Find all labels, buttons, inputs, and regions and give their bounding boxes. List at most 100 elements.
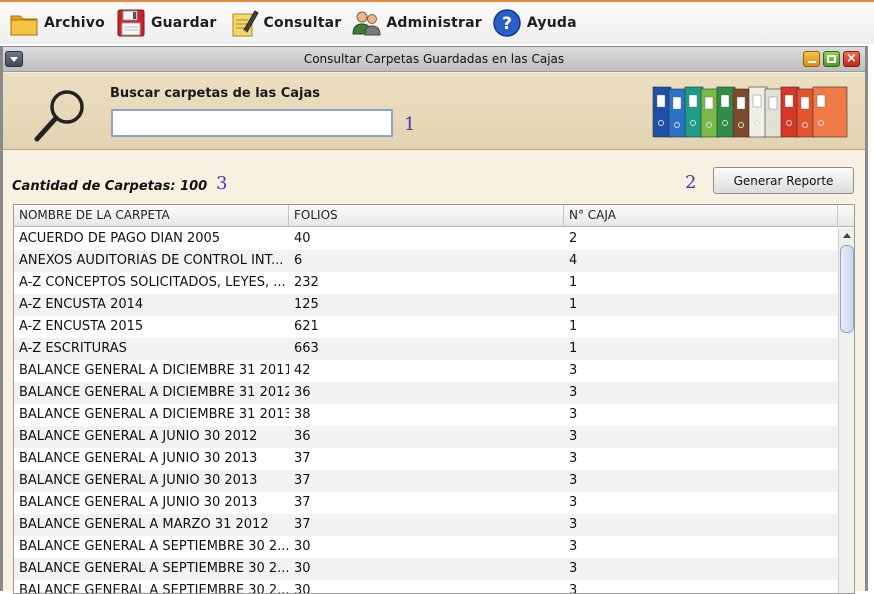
column-header-caja[interactable]: N° CAJA <box>564 205 838 227</box>
menu-archivo[interactable]: Archivo <box>5 3 109 43</box>
cell-folios: 38 <box>294 407 311 422</box>
cell-caja: 3 <box>569 473 578 488</box>
scroll-up-arrow-icon[interactable] <box>839 228 854 244</box>
cell-nombre: BALANCE GENERAL A SEPTIEMBRE 30 2... <box>19 583 289 594</box>
table-row[interactable]: BALANCE GENERAL A DICIEMBRE 31 2011 42 3 <box>14 360 838 382</box>
cell-folios: 37 <box>294 451 311 466</box>
cell-caja: 3 <box>569 363 578 378</box>
table-row[interactable]: BALANCE GENERAL A JUNIO 30 2013 37 3 <box>14 448 838 470</box>
cell-folios: 30 <box>294 583 311 594</box>
cell-caja: 1 <box>569 275 578 290</box>
cell-nombre: BALANCE GENERAL A JUNIO 30 2012 <box>19 429 258 444</box>
table-row[interactable]: ANEXOS AUDITORIAS DE CONTROL INT... 6 4 <box>14 250 838 272</box>
cell-nombre: A-Z ENCUSTA 2015 <box>19 319 144 334</box>
folders-table: NOMBRE DE LA CARPETA FOLIOS N° CAJA ACUE… <box>13 204 855 594</box>
generate-report-button[interactable]: Generar Reporte <box>713 167 854 194</box>
cell-folios: 621 <box>294 319 319 334</box>
floppy-disk-icon <box>116 8 146 38</box>
table-row[interactable]: BALANCE GENERAL A SEPTIEMBRE 30 2... 30 3 <box>14 536 838 558</box>
cell-nombre: BALANCE GENERAL A SEPTIEMBRE 30 2... <box>19 539 289 554</box>
cell-folios: 663 <box>294 341 319 356</box>
table-row[interactable]: A-Z ENCUSTA 2015 621 1 <box>14 316 838 338</box>
menu-archivo-label: Archivo <box>44 15 105 31</box>
table-row[interactable]: A-Z ENCUSTA 2014 125 1 <box>14 294 838 316</box>
cell-nombre: BALANCE GENERAL A MARZO 31 2012 <box>19 517 269 532</box>
table-row[interactable]: BALANCE GENERAL A SEPTIEMBRE 30 2... 30 3 <box>14 558 838 580</box>
column-header-nombre[interactable]: NOMBRE DE LA CARPETA <box>14 205 289 227</box>
cell-caja: 2 <box>569 231 578 246</box>
cell-folios: 37 <box>294 495 311 510</box>
table-row[interactable]: ACUERDO DE PAGO DIAN 2005 40 2 <box>14 228 838 250</box>
cell-caja: 3 <box>569 539 578 554</box>
table-row[interactable]: BALANCE GENERAL A JUNIO 30 2013 37 3 <box>14 470 838 492</box>
menu-guardar[interactable]: Guardar <box>112 3 221 43</box>
cell-folios: 40 <box>294 231 311 246</box>
cell-caja: 1 <box>569 319 578 334</box>
cell-nombre: A-Z ESCRITURAS <box>19 341 127 356</box>
cell-caja: 3 <box>569 385 578 400</box>
menu-consultar[interactable]: Consultar <box>225 3 346 43</box>
cell-nombre: BALANCE GENERAL A SEPTIEMBRE 30 2... <box>19 561 289 576</box>
menu-consultar-label: Consultar <box>263 15 342 31</box>
cell-caja: 3 <box>569 561 578 576</box>
cell-nombre: BALANCE GENERAL A JUNIO 30 2013 <box>19 495 258 510</box>
notepad-pencil-icon <box>229 8 259 38</box>
table-row[interactable]: BALANCE GENERAL A DICIEMBRE 31 2013 38 3 <box>14 404 838 426</box>
cell-folios: 42 <box>294 363 311 378</box>
menu-administrar[interactable]: Administrar <box>347 3 486 43</box>
cell-nombre: BALANCE GENERAL A DICIEMBRE 31 2012 <box>19 385 289 400</box>
menu-ayuda-label: Ayuda <box>526 15 577 31</box>
column-header-folios[interactable]: FOLIOS <box>289 205 564 227</box>
cell-caja: 3 <box>569 495 578 510</box>
menu-ayuda[interactable]: ? Ayuda <box>488 3 581 43</box>
cell-caja: 3 <box>569 583 578 594</box>
cell-caja: 1 <box>569 341 578 356</box>
table-row[interactable]: BALANCE GENERAL A JUNIO 30 2012 36 3 <box>14 426 838 448</box>
search-panel: Buscar carpetas de las Cajas 1 <box>3 73 865 150</box>
table-row[interactable]: BALANCE GENERAL A DICIEMBRE 31 2012 36 3 <box>14 382 838 404</box>
cell-caja: 4 <box>569 253 578 268</box>
cell-caja: 3 <box>569 407 578 422</box>
cell-nombre: BALANCE GENERAL A JUNIO 30 2013 <box>19 473 258 488</box>
window-title: Consultar Carpetas Guardadas en las Caja… <box>303 52 565 66</box>
minimize-button[interactable] <box>803 51 820 67</box>
menu-bar: Archivo Guardar Consultar Administrar ? … <box>0 0 874 44</box>
cell-folios: 232 <box>294 275 319 290</box>
table-row[interactable]: BALANCE GENERAL A SEPTIEMBRE 30 2... 30 3 <box>14 580 838 594</box>
table-row[interactable]: A-Z CONCEPTOS SOLICITADOS, LEYES, ... 232… <box>14 272 838 294</box>
table-header-corner <box>838 205 854 227</box>
users-icon <box>351 8 381 38</box>
table-header: NOMBRE DE LA CARPETA FOLIOS N° CAJA <box>14 205 838 227</box>
table-body: ACUERDO DE PAGO DIAN 2005 40 2 ANEXOS AUDIT… <box>14 228 838 594</box>
cell-nombre: BALANCE GENERAL A JUNIO 30 2013 <box>19 451 258 466</box>
internal-window: Consultar Carpetas Guardadas en las Caja… <box>0 46 868 594</box>
cell-nombre: A-Z ENCUSTA 2014 <box>19 297 144 312</box>
table-row[interactable]: BALANCE GENERAL A JUNIO 30 2013 37 3 <box>14 492 838 514</box>
cell-nombre: A-Z CONCEPTOS SOLICITADOS, LEYES, ... <box>19 275 286 290</box>
annotation-2: 2 <box>685 172 697 193</box>
annotation-3: 3 <box>216 173 228 194</box>
close-button[interactable]: × <box>843 51 860 67</box>
maximize-button[interactable] <box>823 51 840 67</box>
help-icon: ? <box>492 8 522 38</box>
cell-folios: 36 <box>294 385 311 400</box>
search-label: Buscar carpetas de las Cajas <box>110 86 320 101</box>
menu-administrar-label: Administrar <box>386 15 482 31</box>
cell-nombre: BALANCE GENERAL A DICIEMBRE 31 2011 <box>19 363 289 378</box>
cell-folios: 37 <box>294 517 311 532</box>
window-titlebar[interactable]: Consultar Carpetas Guardadas en las Caja… <box>3 47 865 72</box>
cell-nombre: ANEXOS AUDITORIAS DE CONTROL INT... <box>19 253 284 268</box>
cell-caja: 3 <box>569 517 578 532</box>
binders-image <box>649 81 849 143</box>
svg-text:?: ? <box>502 14 512 34</box>
cell-caja: 3 <box>569 429 578 444</box>
cell-folios: 6 <box>294 253 303 268</box>
cell-folios: 37 <box>294 473 311 488</box>
table-row[interactable]: BALANCE GENERAL A MARZO 31 2012 37 3 <box>14 514 838 536</box>
cell-folios: 30 <box>294 561 311 576</box>
cell-caja: 1 <box>569 297 578 312</box>
search-input[interactable] <box>111 109 393 137</box>
table-row[interactable]: A-Z ESCRITURAS 663 1 <box>14 338 838 360</box>
vertical-scrollbar[interactable] <box>838 228 854 593</box>
scrollbar-thumb[interactable] <box>840 245 854 333</box>
